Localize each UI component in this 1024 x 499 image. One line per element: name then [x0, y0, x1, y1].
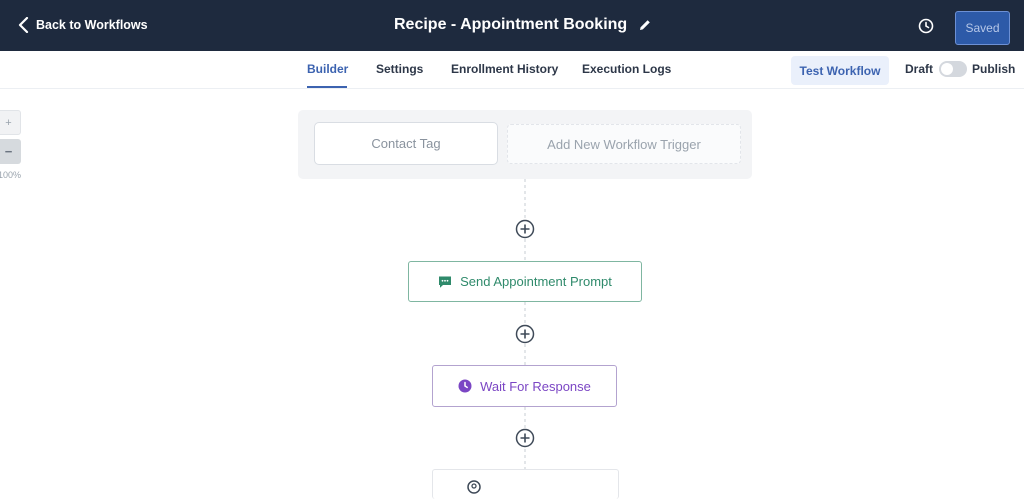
publish-label: Publish — [972, 62, 1016, 76]
back-label: Back to Workflows — [36, 18, 148, 32]
toggle-knob — [941, 63, 953, 75]
add-step-icon[interactable] — [515, 219, 535, 239]
saved-button[interactable]: Saved — [955, 11, 1010, 45]
chat-message-icon — [439, 276, 452, 288]
add-workflow-trigger-button[interactable]: Add New Workflow Trigger — [507, 124, 741, 164]
wait-for-response-node[interactable]: Wait For Response — [432, 365, 617, 407]
active-tab-indicator — [307, 86, 347, 88]
publish-toggle[interactable] — [939, 61, 967, 77]
test-workflow-button[interactable]: Test Workflow — [791, 56, 889, 85]
clock-icon — [458, 379, 472, 393]
workflow-title: Recipe - Appointment Booking — [394, 16, 651, 34]
contact-tag-trigger[interactable]: Contact Tag — [314, 122, 498, 165]
zoom-out-button[interactable]: − — [0, 139, 21, 164]
tab-settings[interactable]: Settings — [376, 62, 423, 76]
history-clock-icon[interactable] — [917, 17, 935, 35]
back-to-workflows-button[interactable]: Back to Workflows — [18, 17, 148, 33]
workflow-title-text: Recipe - Appointment Booking — [394, 16, 628, 33]
tab-enrollment-history[interactable]: Enrollment History — [451, 62, 558, 76]
zoom-in-button[interactable]: + — [0, 110, 21, 135]
condition-node-partial[interactable] — [432, 469, 619, 499]
node-label: Wait For Response — [480, 378, 591, 394]
tab-execution-logs[interactable]: Execution Logs — [582, 62, 671, 76]
add-step-icon[interactable] — [515, 428, 535, 448]
condition-icon — [467, 480, 481, 494]
top-navigation-bar: Back to Workflows Recipe - Appointment B… — [0, 0, 1024, 51]
add-step-icon[interactable] — [515, 324, 535, 344]
node-label: Send Appointment Prompt — [460, 274, 612, 289]
pencil-icon[interactable] — [639, 19, 651, 31]
send-appointment-prompt-node[interactable]: Send Appointment Prompt — [408, 261, 642, 302]
chevron-left-icon — [18, 17, 29, 33]
trigger-panel: Contact Tag Add New Workflow Trigger — [298, 110, 752, 179]
zoom-level: 100% — [0, 170, 22, 180]
draft-label: Draft — [905, 62, 934, 76]
tab-builder[interactable]: Builder — [307, 62, 348, 76]
